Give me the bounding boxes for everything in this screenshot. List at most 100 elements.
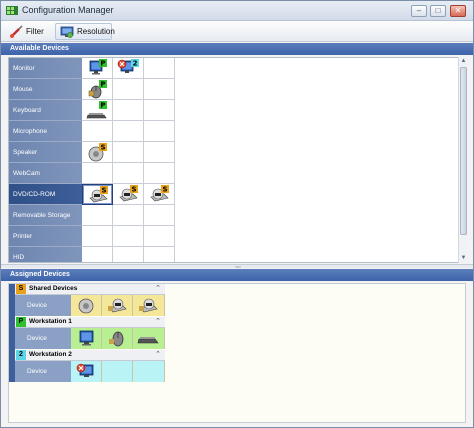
assigned-cell[interactable] [71, 295, 102, 316]
group-title-shared: Shared Devices [29, 285, 78, 292]
resolution-button[interactable]: Resolution [55, 23, 115, 40]
dvd-drive-icon: S [119, 185, 138, 202]
group-row-label: Device [15, 328, 71, 349]
device-cell[interactable] [144, 142, 175, 163]
device-label-microphone[interactable]: Microphone [9, 121, 82, 142]
svg-text:S: S [162, 186, 167, 194]
device-cell[interactable]: S [82, 142, 113, 163]
device-cell[interactable] [113, 205, 144, 226]
monitor-icon: P [89, 59, 107, 75]
collapse-icon[interactable]: ⌃ [155, 317, 161, 325]
assigned-cell[interactable] [133, 295, 165, 316]
svg-text:P: P [100, 81, 105, 89]
assigned-cell[interactable] [102, 361, 133, 382]
mouse-icon: P [88, 80, 107, 99]
scroll-down-icon[interactable]: ▼ [460, 254, 467, 262]
assigned-cell[interactable] [71, 328, 102, 349]
assigned-cell[interactable] [133, 361, 165, 382]
svg-text:P: P [100, 60, 105, 68]
device-cell[interactable] [144, 121, 175, 142]
device-cell-selected[interactable]: S [82, 184, 113, 205]
available-devices-grid: Monitor P 2 Mouse P Keyboard P Microphon… [8, 57, 466, 263]
keyboard-icon: P [86, 101, 107, 119]
toolbar: Filter Resolution [1, 21, 473, 42]
device-cell[interactable] [144, 163, 175, 184]
configuration-manager-window: Configuration Manager – □ ✕ Filter Resol… [0, 0, 474, 428]
maximize-button[interactable]: □ [430, 5, 446, 17]
group-header-workstation-2[interactable]: 2 Workstation 2 ⌃ [15, 350, 165, 361]
device-cell[interactable]: 2 [113, 58, 144, 79]
available-devices-scrollbar[interactable]: ▲ ▼ [458, 57, 468, 263]
dvd-drive-icon [108, 298, 127, 313]
device-cell[interactable] [113, 142, 144, 163]
svg-text:S: S [100, 144, 105, 152]
scroll-up-icon[interactable]: ▲ [460, 57, 467, 65]
device-cell[interactable] [144, 79, 175, 100]
device-row-speaker: Speaker S [9, 142, 459, 163]
assigned-devices-header: Assigned Devices [1, 269, 473, 281]
mouse-icon [109, 331, 124, 347]
device-cell[interactable] [113, 247, 144, 262]
assigned-cell[interactable] [102, 328, 133, 349]
device-label-webcam[interactable]: WebCam [9, 163, 82, 184]
device-label-dvd[interactable]: DVD/CD-ROM [9, 184, 82, 205]
assigned-cell[interactable] [71, 361, 102, 382]
device-cell[interactable] [82, 226, 113, 247]
device-row-hid: HID [9, 247, 459, 262]
device-cell[interactable]: P [82, 100, 113, 121]
speaker-icon [78, 298, 94, 314]
scroll-thumb[interactable] [460, 67, 467, 235]
collapse-icon[interactable]: ⌃ [155, 350, 161, 358]
device-cell[interactable] [113, 121, 144, 142]
assigned-cell[interactable] [102, 295, 133, 316]
device-cell[interactable] [82, 247, 113, 262]
splitter-grip-icon[interactable]: •••• [233, 265, 243, 269]
device-cell[interactable] [113, 100, 144, 121]
device-cell[interactable]: S [144, 184, 175, 205]
device-cell[interactable] [144, 226, 175, 247]
monitor-unavailable-icon [76, 363, 94, 377]
device-label-monitor[interactable]: Monitor [9, 58, 82, 79]
device-label-keyboard[interactable]: Keyboard [9, 100, 82, 121]
device-cell[interactable]: P [82, 58, 113, 79]
group-row-label: Device [15, 295, 71, 316]
collapse-icon[interactable]: ⌃ [155, 284, 161, 292]
device-cell[interactable] [113, 226, 144, 247]
device-cell[interactable] [144, 100, 175, 121]
device-cell[interactable]: P [82, 79, 113, 100]
group-header-workstation-1[interactable]: P Workstation 1 ⌃ [15, 317, 165, 328]
device-label-printer[interactable]: Printer [9, 226, 82, 247]
svg-text:S: S [101, 187, 106, 195]
group-row-label: Device [15, 361, 71, 382]
device-cell[interactable] [82, 163, 113, 184]
device-cell[interactable] [113, 79, 144, 100]
group-title-workstation-2: Workstation 2 [29, 351, 72, 358]
group-header-shared[interactable]: S Shared Devices ⌃ [15, 284, 165, 295]
workstation-1-badge: P [16, 317, 26, 327]
device-label-removable-storage[interactable]: Removable Storage [9, 205, 82, 226]
device-row-microphone: Microphone [9, 121, 459, 142]
device-cell[interactable] [144, 58, 175, 79]
device-label-mouse[interactable]: Mouse [9, 79, 82, 100]
device-label-speaker[interactable]: Speaker [9, 142, 82, 163]
assigned-cell[interactable] [133, 328, 165, 349]
panel-splitter[interactable]: •••• [1, 264, 473, 269]
speaker-icon: S [88, 143, 107, 162]
device-cell[interactable] [144, 205, 175, 226]
device-cell[interactable] [113, 163, 144, 184]
device-cell[interactable] [82, 205, 113, 226]
filter-icon [10, 24, 23, 38]
filter-button[interactable]: Filter [5, 23, 49, 40]
monitor-icon [79, 330, 94, 346]
device-row-monitor: Monitor P 2 [9, 58, 459, 79]
device-cell[interactable]: S [113, 184, 144, 205]
assigned-devices-panel: S Shared Devices ⌃ Device P Workstation … [8, 283, 466, 423]
close-button[interactable]: ✕ [450, 5, 466, 17]
device-row-dvd: DVD/CD-ROM S S S [9, 184, 459, 205]
device-cell[interactable] [82, 121, 113, 142]
workstation-2-badge: 2 [16, 350, 26, 360]
minimize-button[interactable]: – [411, 5, 427, 17]
svg-text:P: P [100, 102, 105, 110]
device-label-hid[interactable]: HID [9, 247, 82, 262]
device-cell[interactable] [144, 247, 175, 262]
